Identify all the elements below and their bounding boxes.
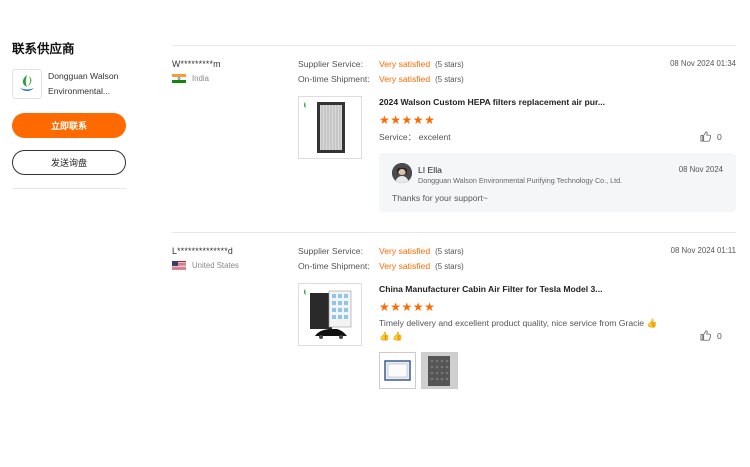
star-icon: ★	[401, 113, 413, 127]
supplier-reply: LI Ella Dongguan Walson Environmental Pu…	[379, 153, 736, 212]
star-icon: ★	[390, 300, 402, 314]
avatar	[392, 163, 412, 183]
reply-text: Thanks for your support~	[392, 193, 488, 203]
reply-date: 08 Nov 2024	[678, 165, 723, 174]
shipment-stars: (5 stars)	[435, 261, 464, 271]
shipment-value: Very satisfied	[379, 74, 431, 84]
buyer-name: L**************d	[172, 246, 233, 256]
sidebar-divider	[12, 188, 126, 189]
supplier-service-label: Supplier Service:	[298, 59, 363, 69]
country-name: India	[192, 74, 209, 83]
supplier-service-label: Supplier Service:	[298, 246, 363, 256]
star-icon: ★	[424, 300, 436, 314]
india-flag-icon	[172, 74, 186, 83]
star-icon: ★	[401, 300, 413, 314]
review-photo[interactable]	[421, 352, 458, 389]
star-icon: ★	[412, 300, 425, 314]
supplier-service-stars: (5 stars)	[435, 59, 464, 69]
rating-stars: ★★★★★	[379, 301, 435, 313]
supplier-logo-icon	[12, 69, 42, 99]
shipment-stars: (5 stars)	[435, 74, 464, 84]
supplier-service-rating: Very satisfied (5 stars)	[379, 246, 464, 256]
product-thumbnail[interactable]	[298, 96, 362, 159]
review-comment-line1: Timely delivery and excellent product qu…	[379, 318, 658, 328]
supplier-card[interactable]: Dongguan Walson Environmental...	[12, 69, 126, 99]
reply-company: Dongguan Walson Environmental Purifying …	[418, 176, 623, 185]
star-icon: ★	[379, 113, 391, 127]
star-icon: ★	[390, 113, 402, 127]
supplier-name-line2: Environmental...	[48, 86, 111, 96]
shipment-rating: Very satisfied (5 stars)	[379, 261, 464, 271]
star-icon: ★	[379, 300, 391, 314]
contact-now-button[interactable]: 立即联系	[12, 113, 126, 138]
buyer-country: United States	[172, 261, 239, 270]
reply-author: LI Ella	[418, 165, 442, 175]
like-button[interactable]: 0	[700, 131, 722, 142]
buyer-country: India	[172, 74, 209, 83]
country-name: United States	[192, 261, 239, 270]
like-count: 0	[717, 330, 722, 341]
thumbs-up-icon	[700, 131, 711, 142]
review-date: 08 Nov 2024 01:34	[670, 59, 736, 68]
contact-supplier-title: 联系供应商	[12, 42, 75, 56]
supplier-name[interactable]: Dongguan Walson Environmental...	[48, 69, 118, 99]
supplier-name-line1: Dongguan Walson	[48, 71, 119, 81]
thumbs-up-icon	[700, 330, 711, 341]
supplier-service-value: Very satisfied	[379, 246, 431, 256]
rating-stars: ★★★★★	[379, 114, 435, 126]
product-title[interactable]: 2024 Walson Custom HEPA filters replacem…	[379, 97, 605, 107]
review-comment: Timely delivery and excellent product qu…	[379, 317, 679, 343]
send-inquiry-button[interactable]: 发送询盘	[12, 150, 126, 175]
buyer-name: W*********m	[172, 59, 221, 69]
star-icon: ★	[412, 113, 425, 127]
shipment-value: Very satisfied	[379, 261, 431, 271]
star-icon: ★	[424, 113, 436, 127]
review-comment: Service： excelent	[379, 132, 451, 142]
shipment-label: On-time Shipment:	[298, 261, 370, 271]
supplier-service-rating: Very satisfied (5 stars)	[379, 59, 464, 69]
like-count: 0	[717, 131, 722, 142]
shipment-rating: Very satisfied (5 stars)	[379, 74, 464, 84]
like-button[interactable]: 0	[700, 330, 722, 341]
shipment-label: On-time Shipment:	[298, 74, 370, 84]
review-comment-line2: 👍 👍	[379, 331, 403, 341]
review-date: 08 Nov 2024 01:11	[670, 246, 736, 255]
review-photo[interactable]	[379, 352, 416, 389]
review-divider	[172, 45, 736, 46]
contact-supplier-panel: 联系供应商 Dongguan Walson Environmental... 立…	[12, 38, 126, 189]
product-thumbnail[interactable]	[298, 283, 362, 346]
supplier-service-value: Very satisfied	[379, 59, 431, 69]
us-flag-icon	[172, 261, 186, 270]
product-title[interactable]: China Manufacturer Cabin Air Filter for …	[379, 284, 602, 294]
supplier-service-stars: (5 stars)	[435, 246, 464, 256]
review-divider	[172, 232, 736, 233]
